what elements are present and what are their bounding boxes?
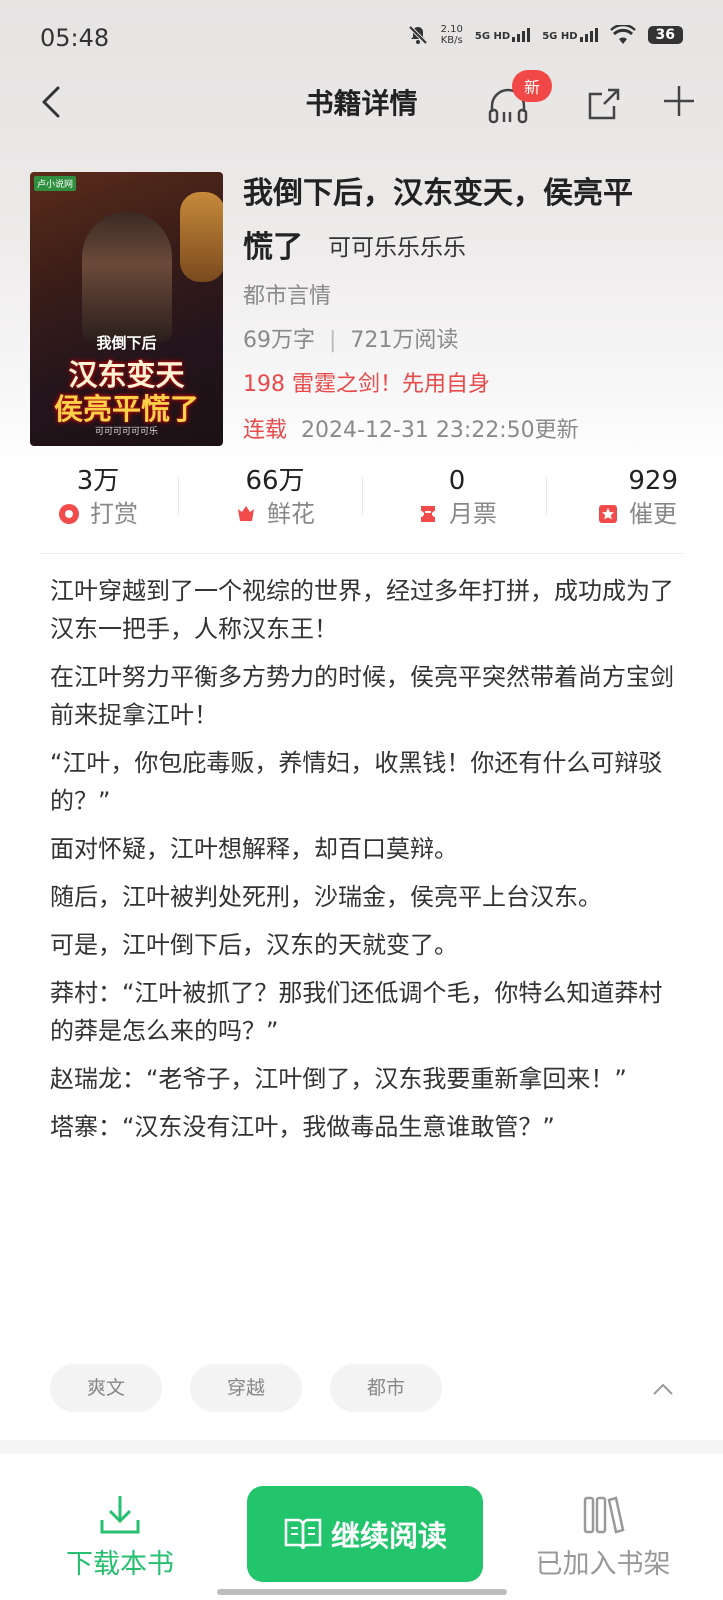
signal-2-label: 5G HD (542, 31, 578, 42)
metric-label-row: 月票 (392, 498, 522, 530)
reward-icon (59, 504, 79, 524)
tag-chip[interactable]: 穿越 (190, 1364, 302, 1412)
metric-flower[interactable]: 66万 鲜花 (210, 464, 340, 530)
book-cover[interactable]: 卢小说网 我倒下后 汉东变天 侯亮平慌了 可可可可可可乐 (30, 172, 223, 446)
cover-author: 可可可可可可乐 (94, 427, 158, 437)
metric-label-row: 打赏 (38, 498, 158, 530)
book-description: 江叶穿越到了一个视综的世界，经过多年打拼，成功成为了汉东一把手，人称汉东王！ 在… (50, 572, 675, 1156)
latest-chapter-link[interactable]: 198 雷霆之剑！先用自身 (243, 366, 490, 398)
metric-label-row: 鲜花 (210, 498, 340, 530)
cover-person-art (82, 212, 172, 342)
bookshelf-button[interactable]: 已加入书架 (528, 1494, 678, 1581)
book-title-line-1: 我倒下后，汉东变天，侯亮平 (243, 176, 633, 211)
book-category[interactable]: 都市言情 (243, 278, 331, 310)
nav-bar: 书籍详情 新 (0, 70, 723, 134)
urge-icon (599, 505, 617, 523)
signal-1-label: 5G HD (474, 31, 511, 42)
description-paragraph: 随后，江叶被判处死刑，沙瑞金，侯亮平上台汉东。 (50, 883, 602, 911)
signal-bars-icon (512, 28, 531, 42)
metric-divider (178, 478, 179, 514)
home-indicator[interactable] (217, 1589, 507, 1595)
ticket-icon (421, 506, 435, 522)
cover-title-small: 我倒下后 (96, 334, 157, 352)
status-icons: 2.10 KB/s 5G HD 5G HD 36 (407, 24, 683, 46)
metric-urge[interactable]: 929 催更 (582, 464, 692, 530)
metric-label-row: 催更 (582, 498, 692, 530)
description-paragraph: “江叶，你包庇毒贩，养情妇，收黑钱！你还有什么可辩驳的？” (50, 749, 663, 815)
signal-bars-icon (579, 28, 598, 42)
continue-reading-label: 继续阅读 (330, 1519, 447, 1553)
metric-label: 月票 (449, 500, 497, 528)
metric-value: 0 (448, 466, 466, 496)
description-paragraph: 可是，江叶倒下后，汉东的天就变了。 (50, 931, 458, 959)
cover-tiger-art (180, 192, 223, 282)
download-icon (100, 1496, 140, 1534)
update-time: 2024-12-31 23:22:50更新 (301, 418, 579, 443)
description-paragraph: 面对怀疑，江叶想解释，却百口莫辩。 (50, 835, 458, 863)
serial-status: 连载 (243, 418, 288, 443)
status-bar: 05:48 2.10 KB/s 5G HD 5G HD 36 (0, 0, 723, 80)
chevron-up-icon[interactable] (652, 1382, 674, 1396)
download-label: 下载本书 (66, 1549, 174, 1580)
bookshelf-label: 已加入书架 (535, 1549, 671, 1580)
book-title-line-2: 慌了 (243, 230, 303, 265)
tag-chip[interactable]: 都市 (330, 1364, 442, 1412)
mute-bell-icon (408, 25, 428, 45)
word-count: 69万字 (243, 328, 315, 353)
signal-1: 5G HD (474, 28, 531, 42)
network-speed-value: 2.10 (440, 24, 463, 35)
metric-divider (362, 478, 363, 514)
share-icon[interactable] (584, 84, 624, 124)
signal-2: 5G HD (542, 28, 598, 42)
metric-label: 打赏 (90, 500, 138, 528)
description-paragraph: 赵瑞龙：“老爷子，江叶倒了，汉东我要重新拿回来！” (50, 1065, 627, 1093)
status-time: 05:48 (40, 24, 110, 52)
download-button[interactable]: 下载本书 (60, 1494, 180, 1581)
stats-separator: | (329, 328, 337, 353)
metric-value: 3万 (76, 466, 120, 496)
open-book-icon (284, 1518, 322, 1550)
wifi-icon (609, 25, 636, 44)
metric-value: 66万 (245, 466, 305, 496)
description-paragraph: 塔寨：“汉东没有江叶，我做毒品生意谁敢管？” (50, 1113, 555, 1141)
add-icon[interactable] (662, 84, 696, 118)
update-info: 连载 2024-12-31 23:22:50更新 (243, 412, 579, 444)
metric-value: 929 (628, 466, 678, 496)
metric-label: 催更 (629, 500, 677, 528)
description-paragraph: 在江叶努力平衡多方势力的时候，侯亮平突然带着尚方宝剑前来捉拿江叶！ (50, 663, 674, 729)
flower-icon (238, 506, 254, 521)
divider-line (40, 553, 683, 554)
metric-divider (546, 478, 547, 514)
description-paragraph: 莽村：“江叶被抓了？那我们还低调个毛，你特么知道莽村的莽是怎么来的吗？” (50, 979, 663, 1045)
book-author[interactable]: 可可乐乐乐乐 (328, 228, 466, 262)
network-speed: 2.10 KB/s (441, 24, 463, 46)
book-stats: 69万字 | 721万阅读 (243, 322, 458, 354)
metric-monthly-ticket[interactable]: 0 月票 (392, 464, 522, 530)
battery-indicator: 36 (647, 26, 683, 44)
tag-chip[interactable]: 爽文 (50, 1364, 162, 1412)
metric-label: 鲜花 (267, 500, 315, 528)
continue-reading-button[interactable]: 继续阅读 (247, 1486, 483, 1582)
description-paragraph: 江叶穿越到了一个视综的世界，经过多年打拼，成功成为了汉东一把手，人称汉东王！ (50, 577, 674, 643)
metric-reward[interactable]: 3万 打赏 (38, 464, 158, 530)
read-count: 721万阅读 (350, 328, 459, 353)
network-speed-unit: KB/s (440, 35, 463, 46)
cover-site-logo: 卢小说网 (34, 176, 77, 191)
section-separator (0, 1440, 723, 1454)
bookshelf-icon (583, 1496, 625, 1534)
cover-title-big-2: 侯亮平慌了 (53, 392, 199, 426)
new-badge: 新 (512, 70, 553, 102)
